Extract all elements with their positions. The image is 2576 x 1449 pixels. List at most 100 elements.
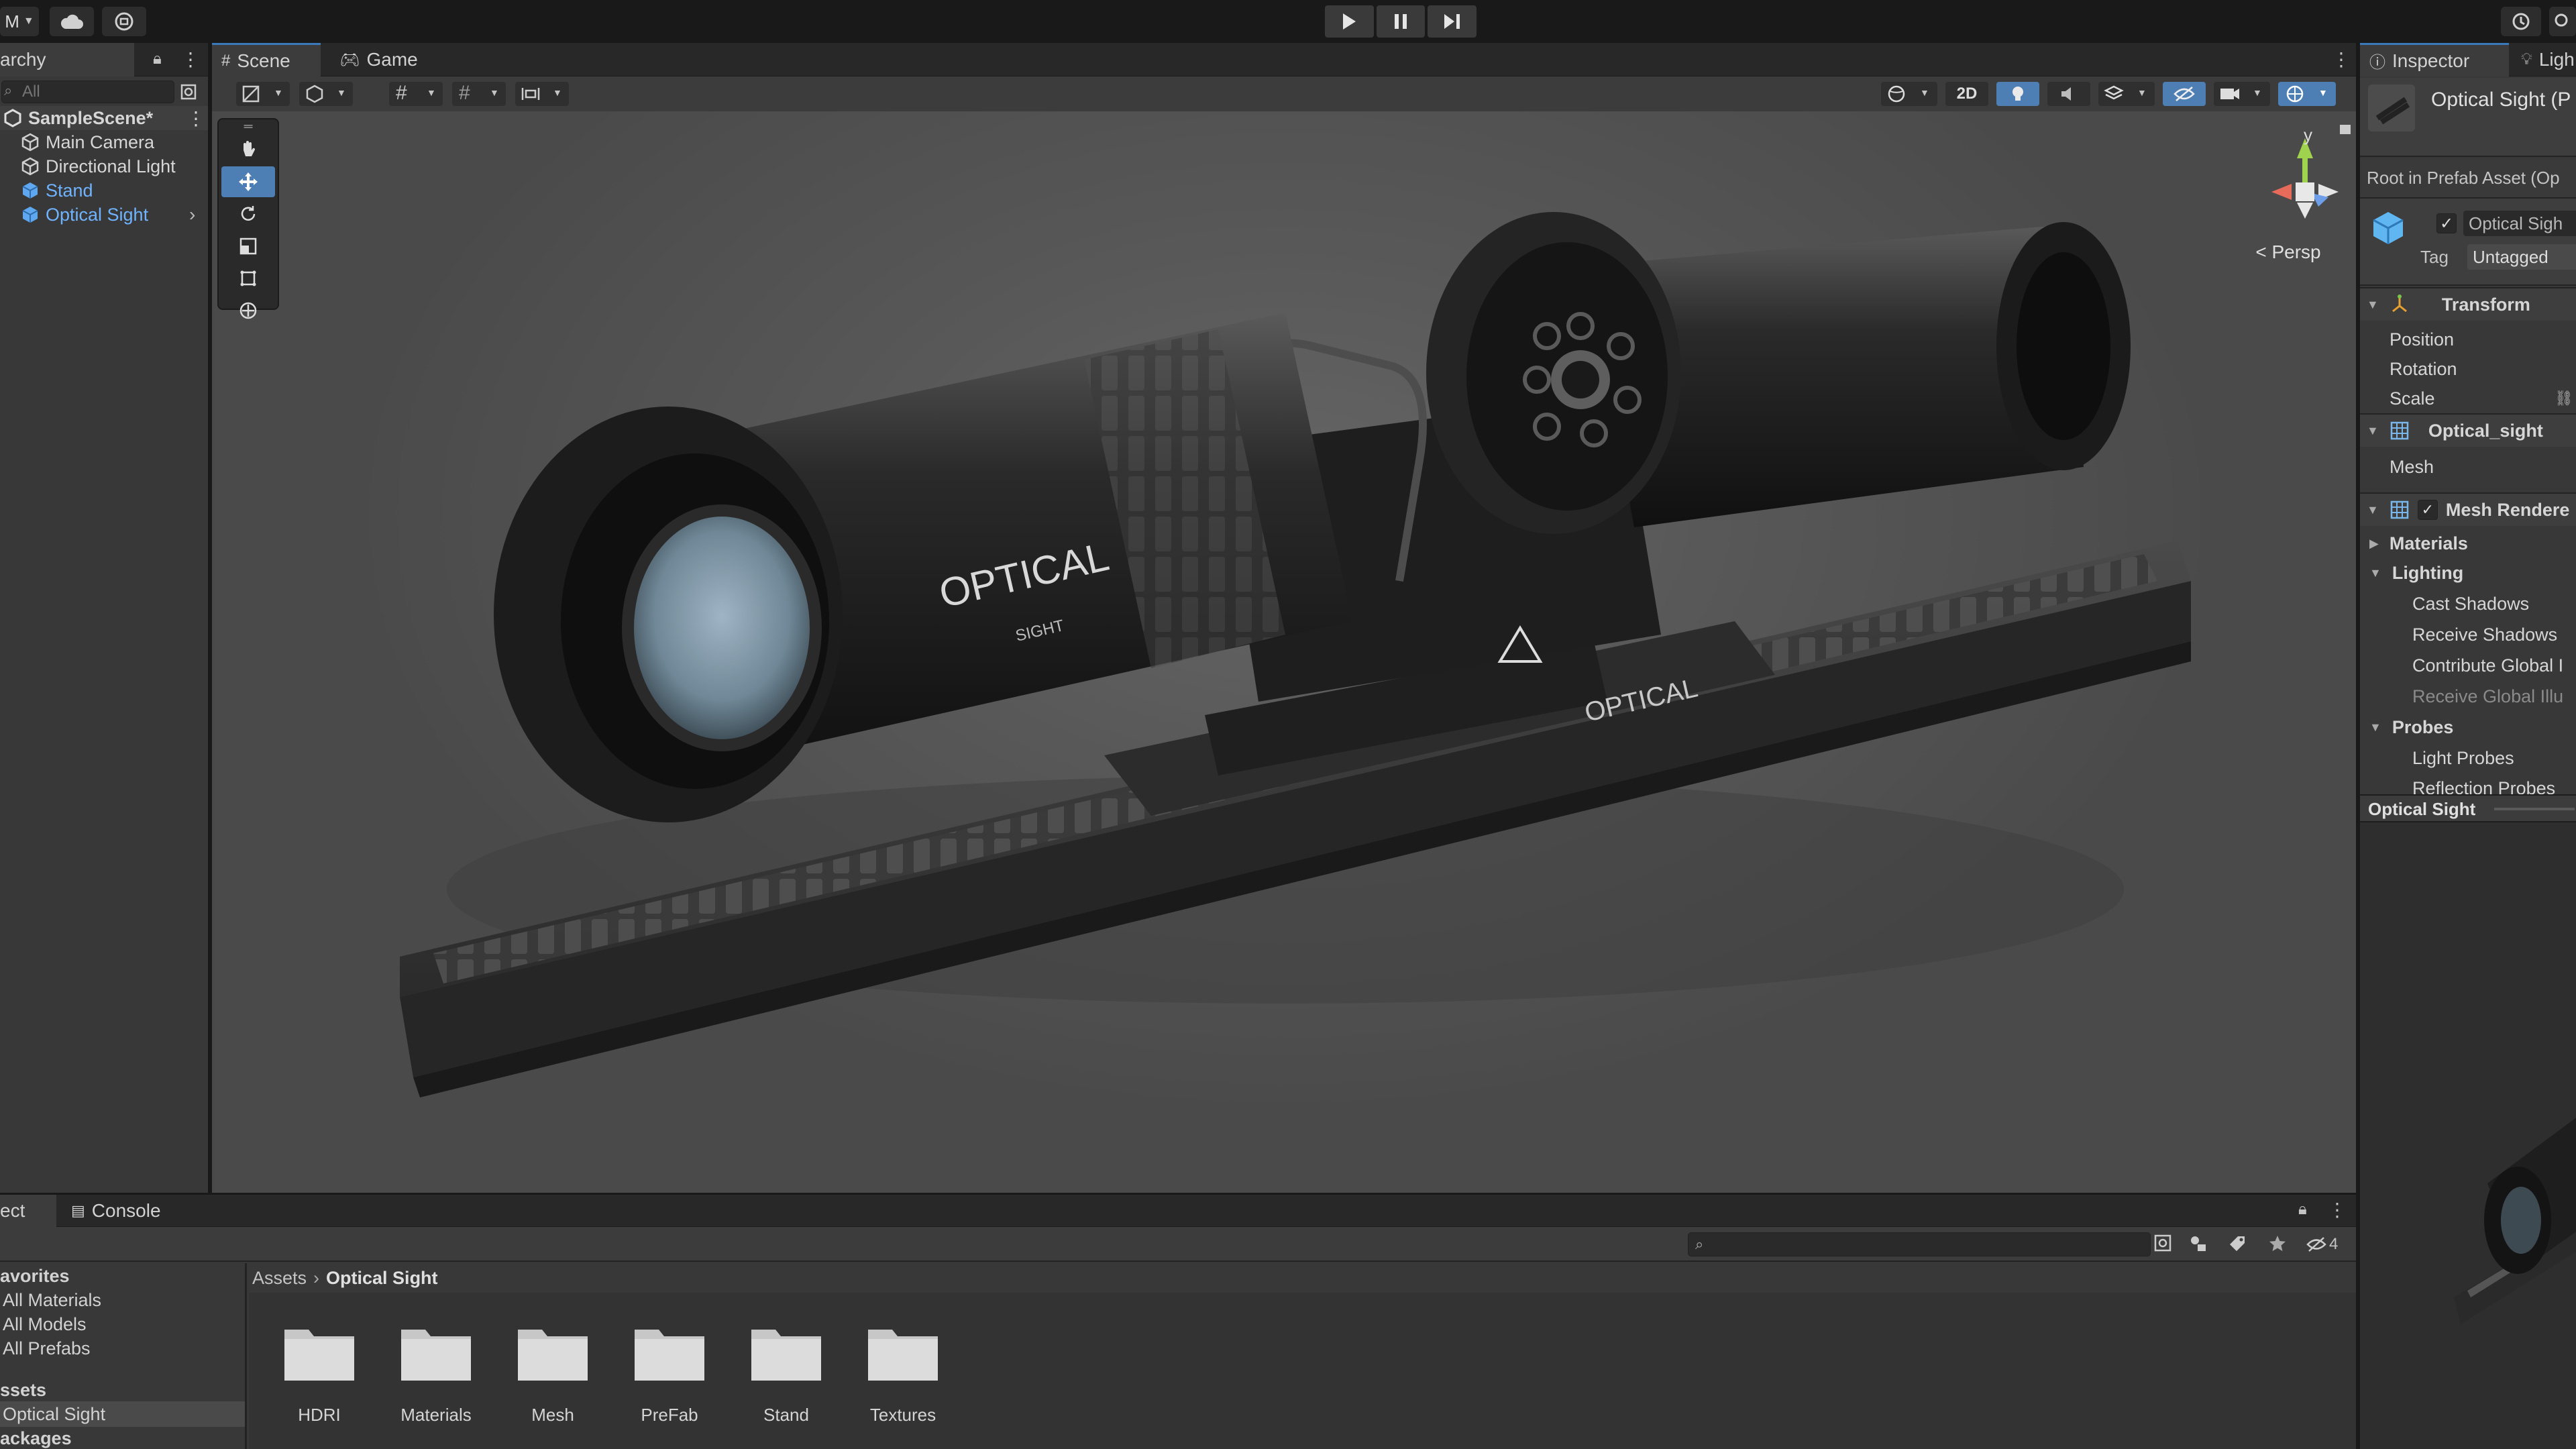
orientation-gizmo[interactable]: y < Persp: [2224, 118, 2352, 266]
transform-component-header[interactable]: ▼ Transform: [2360, 287, 2576, 321]
pause-button[interactable]: [1376, 5, 1426, 38]
grid-snap-dropdown[interactable]: # ▼: [389, 82, 443, 106]
search-filter-icon[interactable]: [180, 83, 199, 102]
preview-header[interactable]: Optical Sight: [2360, 794, 2576, 822]
packages-header[interactable]: ackages: [0, 1428, 72, 1449]
hierarchy-item-directional-light[interactable]: Directional Light: [0, 154, 208, 178]
link-icon[interactable]: ⛓︎: [2555, 390, 2573, 407]
breadcrumb-optical-sight[interactable]: Optical Sight: [326, 1268, 438, 1289]
draw-mode-dropdown[interactable]: ▼: [236, 82, 290, 106]
tab-console[interactable]: ▤ Console: [62, 1195, 169, 1227]
model-render: OPTICAL SIGHT OPTICAL: [400, 212, 2191, 1097]
receive-gi-row: Receive Global Illu: [2360, 682, 2576, 711]
mesh-field-row[interactable]: Mesh: [2360, 451, 2576, 483]
folder-icon[interactable]: [282, 1320, 357, 1385]
favorite-all-materials[interactable]: All Materials: [3, 1290, 101, 1311]
render-mode-dropdown[interactable]: ▼: [299, 82, 353, 106]
projection-toggle[interactable]: < Persp: [2231, 241, 2345, 263]
scene-visibility-toggle[interactable]: [2163, 82, 2206, 106]
history-button[interactable]: [2501, 7, 2541, 36]
lock-icon[interactable]: 🔒︎: [2298, 1200, 2307, 1219]
audio-toggle[interactable]: [2047, 82, 2090, 106]
hand-tool[interactable]: [221, 134, 275, 165]
mesh-renderer-component-header[interactable]: ▼ ✓ Mesh Rendere: [2360, 492, 2576, 526]
lock-icon[interactable]: 🔒︎: [153, 50, 162, 68]
rotate-icon: [241, 206, 256, 221]
project-search-input[interactable]: ⌕: [1688, 1232, 2151, 1256]
collab-button[interactable]: [102, 7, 146, 36]
folder-icon[interactable]: [632, 1320, 707, 1385]
scene-menu-icon[interactable]: ⋮: [186, 107, 205, 129]
reflection-probes-row[interactable]: Reflection Probes: [2360, 774, 2576, 794]
hierarchy-item-stand[interactable]: Stand: [0, 178, 208, 203]
tab-hierarchy[interactable]: archy: [0, 43, 134, 76]
search-button[interactable]: [2549, 7, 2576, 36]
tag-dropdown[interactable]: Untagged: [2467, 244, 2576, 270]
probes-foldout[interactable]: ▼ Probes: [2360, 712, 2576, 742]
tab-inspector[interactable]: ⓘ Inspector: [2360, 43, 2509, 76]
hierarchy-search-input[interactable]: [1, 80, 174, 103]
chevron-down-icon: ▼: [2367, 297, 2379, 311]
preview-resize-handle[interactable]: [2494, 808, 2575, 810]
favorites-header[interactable]: avorites: [0, 1266, 70, 1287]
shading-sphere-dropdown[interactable]: ▼: [1881, 82, 1937, 106]
tab-scene[interactable]: # Scene: [212, 43, 321, 76]
hierarchy-item-main-camera[interactable]: Main Camera: [0, 130, 208, 154]
star-icon[interactable]: [2267, 1234, 2288, 1254]
toggle-2d-button[interactable]: 2D: [1945, 82, 1988, 106]
folder-label-stand: Stand: [763, 1405, 809, 1425]
transform-position-row[interactable]: Position: [2360, 325, 2576, 354]
cloud-button[interactable]: [50, 7, 94, 36]
scene-viewport[interactable]: OPTICAL SIGHT OPTICAL ═ y < Persp: [212, 111, 2356, 1193]
rect-tool[interactable]: [221, 263, 275, 294]
hierarchy-item-optical-sight[interactable]: Optical Sight ›: [0, 203, 208, 227]
folder-icon[interactable]: [749, 1320, 824, 1385]
tab-game[interactable]: 🎮︎ Game: [330, 43, 431, 76]
mesh-filter-component-header[interactable]: ▼ Optical_sight: [2360, 413, 2576, 447]
chevron-right-icon[interactable]: ›: [189, 204, 195, 225]
filter-by-type-icon[interactable]: [2188, 1234, 2208, 1254]
hidden-packages-toggle[interactable]: 4: [2306, 1232, 2349, 1256]
favorite-all-models[interactable]: All Models: [3, 1314, 87, 1335]
object-name-field[interactable]: Optical Sigh: [2463, 211, 2576, 236]
more-menu-icon[interactable]: ⋮: [181, 48, 200, 70]
move-tool[interactable]: [221, 166, 275, 197]
align-dropdown[interactable]: ▼: [515, 82, 569, 106]
contribute-gi-row[interactable]: Contribute Global I: [2360, 651, 2576, 680]
camera-settings-dropdown[interactable]: ▼: [2214, 82, 2270, 106]
search-filter-icon[interactable]: [2153, 1234, 2174, 1254]
receive-shadows-row[interactable]: Receive Shadows: [2360, 620, 2576, 649]
play-button[interactable]: [1325, 5, 1374, 38]
transform-tool[interactable]: [221, 295, 275, 326]
rotate-tool[interactable]: [221, 199, 275, 229]
account-dropdown[interactable]: M ▼: [0, 7, 39, 36]
breadcrumb-assets[interactable]: Assets: [252, 1268, 307, 1289]
transform-scale-row[interactable]: Scale ⛓︎: [2360, 384, 2576, 413]
effects-dropdown[interactable]: ▼: [2098, 82, 2155, 106]
folder-icon[interactable]: [865, 1320, 941, 1385]
lighting-toggle[interactable]: [1996, 82, 2039, 106]
snap-increment-dropdown[interactable]: # ▼: [452, 82, 506, 106]
materials-foldout[interactable]: ▶ Materials: [2360, 529, 2576, 558]
step-button[interactable]: [1428, 5, 1477, 38]
scene-root-row[interactable]: SampleScene* ⋮: [0, 106, 208, 130]
cast-shadows-row[interactable]: Cast Shadows: [2360, 589, 2576, 619]
gizmos-dropdown[interactable]: ▼: [2278, 82, 2336, 106]
active-checkbox[interactable]: ✓: [2436, 213, 2457, 233]
scale-tool[interactable]: [221, 231, 275, 262]
filter-by-label-icon[interactable]: [2227, 1234, 2247, 1254]
folder-icon[interactable]: [398, 1320, 474, 1385]
transform-rotation-row[interactable]: Rotation: [2360, 354, 2576, 384]
assets-header[interactable]: ssets: [0, 1380, 46, 1401]
tab-project[interactable]: ect: [0, 1195, 56, 1227]
light-probes-row[interactable]: Light Probes: [2360, 743, 2576, 773]
folder-icon[interactable]: [515, 1320, 590, 1385]
favorite-all-prefabs[interactable]: All Prefabs: [3, 1338, 91, 1359]
more-menu-icon[interactable]: ⋮: [2332, 48, 2351, 70]
assets-item-optical-sight[interactable]: Optical Sight: [0, 1401, 245, 1427]
tab-lighting[interactable]: 💡︎ Ligh: [2512, 43, 2576, 76]
palette-grip[interactable]: ═: [221, 119, 275, 133]
more-menu-icon[interactable]: ⋮: [2328, 1199, 2347, 1221]
lighting-foldout[interactable]: ▼ Lighting: [2360, 558, 2576, 588]
renderer-enabled-checkbox[interactable]: ✓: [2417, 500, 2438, 520]
